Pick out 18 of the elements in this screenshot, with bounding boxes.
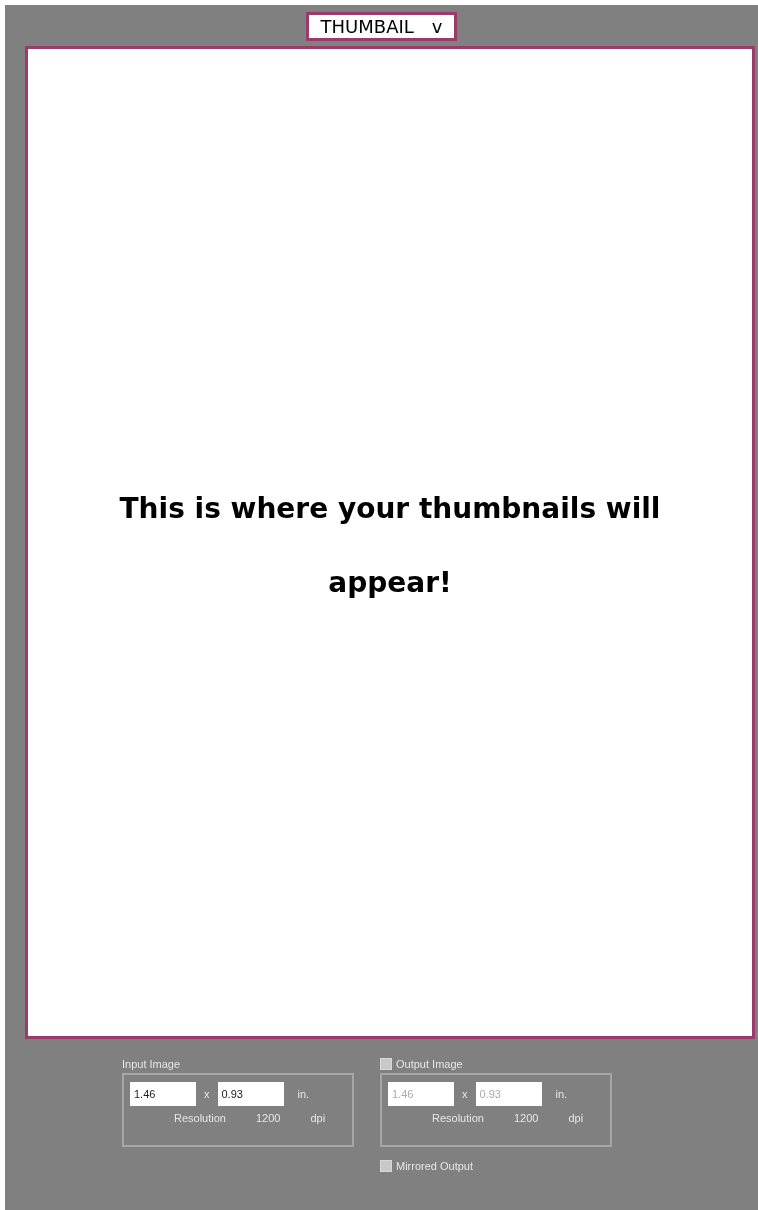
resolution-value: 1200 bbox=[514, 1112, 539, 1124]
group-title: Input Image bbox=[122, 1058, 181, 1070]
times-label: x bbox=[462, 1088, 468, 1100]
height-field[interactable]: 0.93 bbox=[217, 1082, 284, 1106]
times-label: x bbox=[204, 1088, 210, 1100]
checkbox-label: Mirrored Output bbox=[396, 1160, 474, 1172]
checkbox[interactable] bbox=[380, 1160, 392, 1172]
group-title: Output Image bbox=[396, 1058, 463, 1070]
unit-label: in. bbox=[555, 1088, 568, 1100]
resolution-value: 1200 bbox=[256, 1112, 281, 1124]
resolution-unit: dpi bbox=[310, 1112, 326, 1124]
view-dropdown[interactable]: THUMBAIL v bbox=[305, 12, 458, 41]
unit-label: in. bbox=[297, 1088, 310, 1100]
resolution-label: Resolution bbox=[432, 1112, 484, 1124]
resolution-unit: dpi bbox=[568, 1112, 584, 1124]
resolution-label: Resolution bbox=[174, 1112, 226, 1124]
placeholder-message: This is where your thumbnails will appear! bbox=[118, 490, 662, 601]
width-field[interactable]: 1.46 bbox=[130, 1082, 196, 1106]
